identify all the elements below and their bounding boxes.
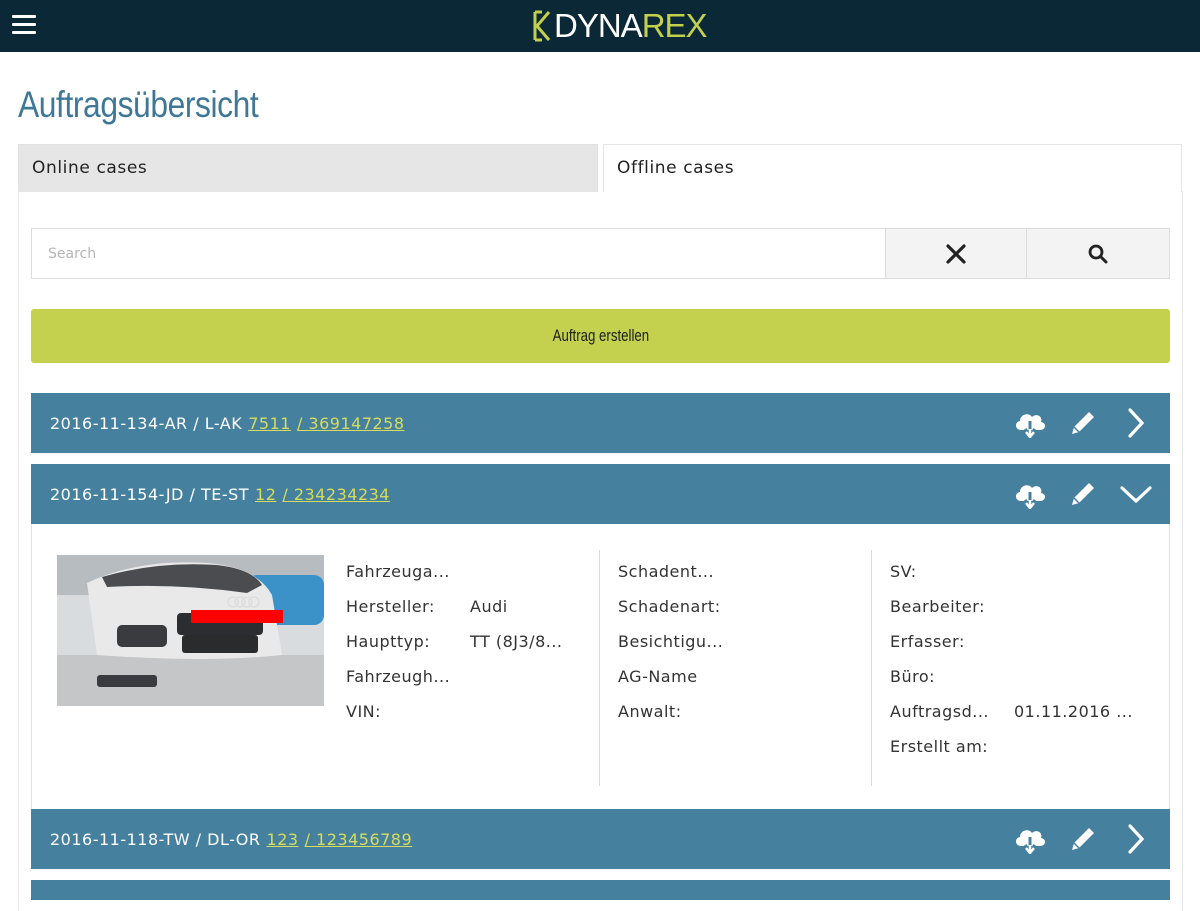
case-plate-number-link[interactable]: 12 (255, 485, 276, 504)
info-row: Auftragsd... 01.11.2016 ... (890, 702, 1133, 737)
info-row: Haupttyp: TT (8J3/8... (346, 632, 563, 667)
pencil-icon[interactable] (1065, 476, 1101, 512)
create-order-label: Auftrag erstellen (552, 326, 649, 345)
info-row: VIN: (346, 702, 563, 737)
info-value: TT (8J3/8... (470, 632, 563, 651)
info-label: AG-Name (618, 667, 698, 686)
case-actions (995, 464, 1154, 524)
chevron-right-icon[interactable] (1118, 405, 1154, 441)
pencil-icon[interactable] (1065, 821, 1101, 857)
column-divider (599, 550, 600, 786)
info-label: Schadent... (618, 562, 715, 581)
close-icon (946, 243, 966, 264)
search-input[interactable] (32, 229, 885, 278)
info-label: Hersteller: (346, 597, 435, 616)
top-bar: DYNA REX (0, 0, 1200, 52)
case-claim-number-link[interactable]: / 123456789 (305, 830, 413, 849)
logo-text-rex: REX (641, 7, 708, 44)
info-row: Schadenart: (618, 597, 723, 632)
info-row: Erstellt am: (890, 737, 1133, 772)
info-label: Haupttyp: (346, 632, 431, 651)
case-id: 2016-11-118-TW (50, 829, 191, 849)
info-row: Fahrzeuga... (346, 562, 563, 597)
case-plate-prefix: / L-AK (193, 413, 243, 433)
info-row: Besichtigu... (618, 632, 723, 667)
info-row: Erfasser: (890, 632, 1133, 667)
app-logo: DYNA REX (532, 7, 708, 44)
case-claim-number-link[interactable]: / 369147258 (297, 414, 405, 433)
logo-mark-icon (533, 10, 551, 42)
order-info-column: SV: Bearbeiter: Erfasser: Büro: Auftrags… (890, 562, 1133, 772)
info-label: Bearbeiter: (890, 597, 985, 616)
tab-offline-cases[interactable]: Offline cases (603, 144, 1182, 192)
info-row: Büro: (890, 667, 1133, 702)
info-label: Büro: (890, 667, 936, 686)
info-label: Fahrzeugh... (346, 667, 451, 686)
search-button[interactable] (1026, 229, 1169, 278)
case-claim-number-link[interactable]: / 234234234 (282, 485, 390, 504)
info-label: Erstellt am: (890, 737, 989, 756)
info-row: AG-Name (618, 667, 723, 702)
info-label: Schadenart: (618, 597, 721, 616)
info-row: Hersteller: Audi (346, 597, 563, 632)
info-row: SV: (890, 562, 1133, 597)
case-actions (995, 809, 1154, 869)
case-plate-number-link[interactable]: 123 (267, 830, 299, 849)
search-bar (31, 228, 1170, 279)
cloud-download-icon[interactable] (1012, 821, 1048, 857)
tab-online-cases[interactable]: Online cases (18, 144, 598, 192)
create-order-button[interactable]: Auftrag erstellen (31, 309, 1170, 363)
column-divider (871, 550, 872, 786)
case-header[interactable]: 2016-11-134-AR / L-AK 7511 / 369147258 (31, 393, 1170, 453)
case-plate-number-link[interactable]: 7511 (248, 414, 291, 433)
vehicle-photo[interactable] (57, 555, 324, 706)
info-value: 01.11.2016 ... (1014, 702, 1133, 721)
case-header[interactable]: 2016-11-118-TW / DL-OR 123 / 123456789 (31, 809, 1170, 869)
cloud-download-icon[interactable] (1012, 476, 1048, 512)
info-row: Fahrzeugh... (346, 667, 563, 702)
case-id: 2016-11-154-JD (50, 484, 184, 504)
info-label: Fahrzeuga... (346, 562, 450, 581)
hamburger-menu-icon[interactable] (12, 15, 36, 35)
case-id: 2016-11-134-AR (50, 413, 188, 433)
vehicle-info-column: Fahrzeuga... Hersteller: Audi Haupttyp: TT… (346, 562, 563, 737)
damage-info-column: Schadent... Schadenart: Besichtigu... AG… (618, 562, 723, 737)
info-label: Anwalt: (618, 702, 682, 721)
chevron-right-icon[interactable] (1118, 821, 1154, 857)
info-row: Bearbeiter: (890, 597, 1133, 632)
info-label: SV: (890, 562, 917, 581)
page-title: Auftragsübersicht (18, 84, 259, 125)
case-actions (995, 393, 1154, 453)
case-plate-prefix: / DL-OR (195, 829, 261, 849)
info-row: Schadent... (618, 562, 723, 597)
info-row: Anwalt: (618, 702, 723, 737)
search-icon (1088, 244, 1108, 263)
info-label: Erfasser: (890, 632, 965, 651)
info-label: Besichtigu... (618, 632, 724, 651)
info-label: Auftragsd... (890, 702, 989, 721)
cloud-download-icon[interactable] (1012, 405, 1048, 441)
clear-search-button[interactable] (885, 229, 1026, 278)
case-header[interactable] (31, 880, 1170, 900)
chevron-down-icon[interactable] (1118, 476, 1154, 512)
info-label: VIN: (346, 702, 382, 721)
info-value: Audi (470, 597, 508, 616)
pencil-icon[interactable] (1065, 405, 1101, 441)
case-header[interactable]: 2016-11-154-JD / TE-ST 12 / 234234234 (31, 464, 1170, 524)
case-details: Fahrzeuga... Hersteller: Audi Haupttyp: TT… (31, 524, 1170, 810)
case-plate-prefix: / TE-ST (189, 484, 250, 504)
logo-text-dyna: DYNA (554, 7, 643, 44)
